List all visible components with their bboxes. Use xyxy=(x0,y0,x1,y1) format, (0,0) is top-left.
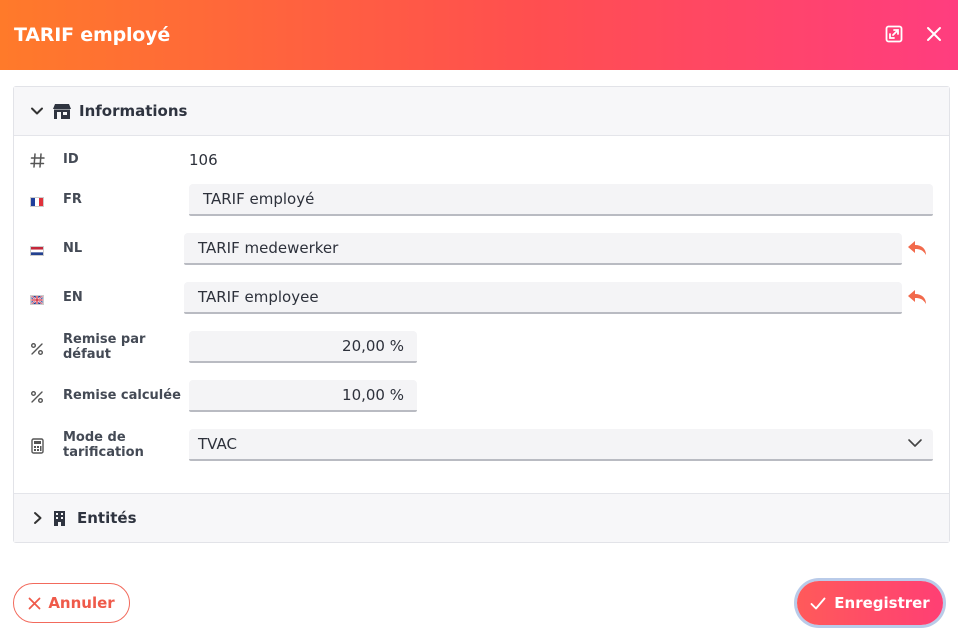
flag-en-icon xyxy=(28,292,46,308)
remise-calculee-label: Remise calculée xyxy=(63,388,181,403)
fr-name-input[interactable]: TARIF employé xyxy=(189,184,933,216)
save-button[interactable]: Enregistrer xyxy=(797,581,943,625)
maximize-button[interactable] xyxy=(880,20,908,48)
section-entites-header[interactable]: Entités xyxy=(14,493,949,542)
section-entites-title: Entités xyxy=(77,509,137,527)
id-label: ID xyxy=(63,152,79,167)
nl-label: NL xyxy=(63,241,83,256)
flag-nl-icon xyxy=(28,243,46,259)
flag-fr-icon xyxy=(28,194,46,210)
dialog-title: TARIF employé xyxy=(14,24,171,46)
cancel-button-label: Annuler xyxy=(48,594,115,612)
mode-tarification-select[interactable]: TVAC xyxy=(189,429,933,461)
check-icon xyxy=(810,597,826,609)
hash-icon xyxy=(28,152,46,168)
fr-label: FR xyxy=(63,192,82,207)
undo-arrow-icon[interactable] xyxy=(906,237,930,261)
save-button-label: Enregistrer xyxy=(834,594,930,612)
dialog-header: TARIF employé xyxy=(0,0,958,70)
calculator-icon xyxy=(28,438,46,454)
chevron-down-icon xyxy=(907,437,923,449)
section-informations-title: Informations xyxy=(79,102,188,120)
undo-arrow-icon[interactable] xyxy=(906,286,930,310)
building-icon xyxy=(53,510,66,527)
cancel-button[interactable]: Annuler xyxy=(13,583,130,623)
mode-tarification-value: TVAC xyxy=(198,435,237,453)
remise-defaut-label: Remise par défaut xyxy=(63,332,146,362)
form-panel: Informations ID 106 FR TARIF employé NL … xyxy=(13,86,950,543)
store-icon xyxy=(52,103,72,120)
percent-icon xyxy=(28,341,46,357)
close-icon xyxy=(28,597,41,609)
section-informations-header[interactable]: Informations xyxy=(14,87,949,136)
mode-tarification-label: Mode de tarification xyxy=(63,430,144,460)
nl-name-input[interactable]: TARIF medewerker xyxy=(184,233,902,265)
remise-defaut-input[interactable]: 20,00 % xyxy=(189,331,417,363)
en-label: EN xyxy=(63,290,83,305)
percent-icon xyxy=(28,389,46,405)
remise-calculee-input[interactable]: 10,00 % xyxy=(189,380,417,412)
chevron-right-icon xyxy=(32,511,44,525)
maximize-icon xyxy=(885,25,903,43)
en-name-input[interactable]: TARIF employee xyxy=(184,282,902,314)
close-button[interactable] xyxy=(920,20,948,48)
chevron-down-icon xyxy=(30,104,44,118)
close-icon xyxy=(927,27,941,41)
id-value: 106 xyxy=(189,151,218,169)
